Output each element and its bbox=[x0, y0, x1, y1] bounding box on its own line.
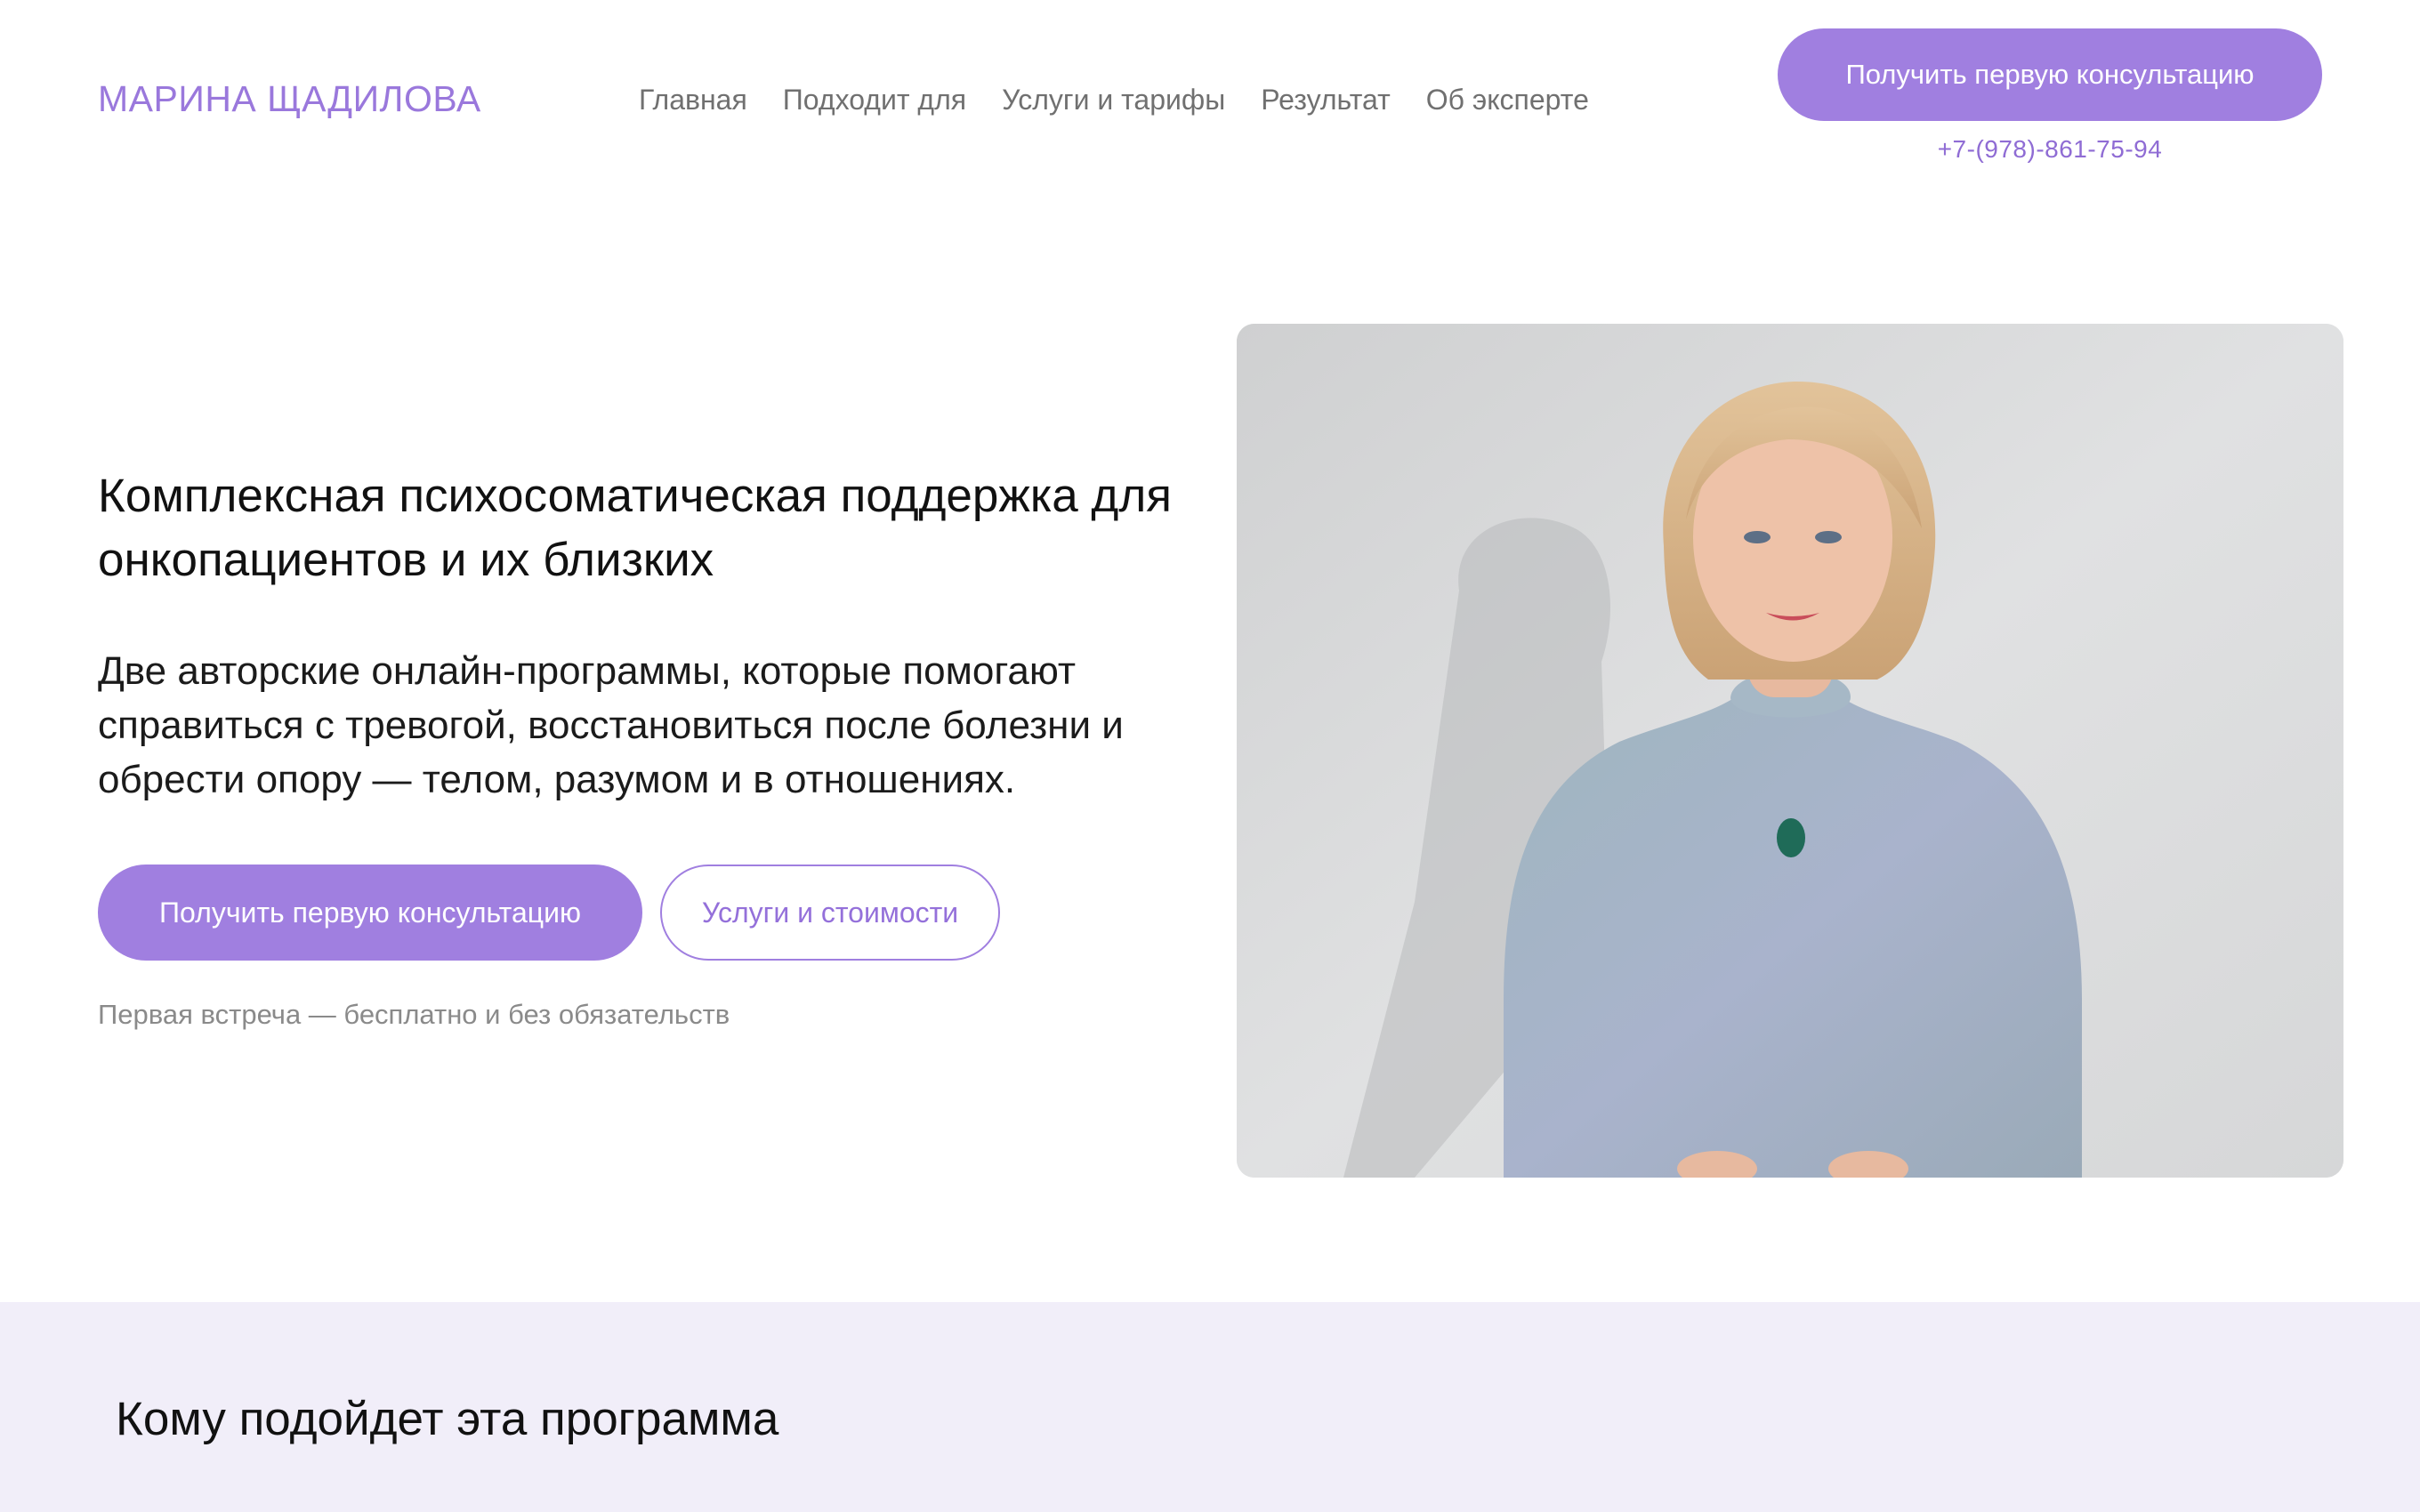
audience-section: Кому подойдет эта программа bbox=[0, 1302, 2420, 1512]
hero-subtitle: Две авторские онлайн-программы, которые … bbox=[98, 649, 1124, 801]
services-prices-button[interactable]: Услуги и стоимости bbox=[660, 865, 1000, 961]
site-header: МАРИНА ЩАДИЛОВА Главная Подходит для Усл… bbox=[0, 0, 2420, 178]
nav-item-result[interactable]: Результат bbox=[1261, 78, 1391, 121]
audience-title: Кому подойдет эта программа bbox=[116, 1393, 779, 1445]
nav-item-about-expert[interactable]: Об эксперте bbox=[1426, 78, 1589, 121]
hero-consultation-button[interactable]: Получить первую консультацию bbox=[98, 865, 642, 961]
hero-note: Первая встреча — бесплатно и без обязате… bbox=[98, 999, 730, 1030]
hero-title: Комплексная психосоматическая поддержка … bbox=[98, 470, 1172, 586]
expert-photo bbox=[1237, 324, 2343, 1178]
header-phone-link[interactable]: +7-(978)-861-75-94 bbox=[1778, 132, 2322, 167]
main-nav: Главная Подходит для Услуги и тарифы Рез… bbox=[639, 78, 1589, 121]
nav-item-home[interactable]: Главная bbox=[639, 78, 747, 121]
site-logo[interactable]: МАРИНА ЩАДИЛОВА bbox=[98, 76, 481, 121]
nav-item-suitable-for[interactable]: Подходит для bbox=[783, 78, 966, 121]
nav-item-services[interactable]: Услуги и тарифы bbox=[1002, 78, 1225, 121]
header-consultation-button[interactable]: Получить первую консультацию bbox=[1778, 28, 2322, 121]
